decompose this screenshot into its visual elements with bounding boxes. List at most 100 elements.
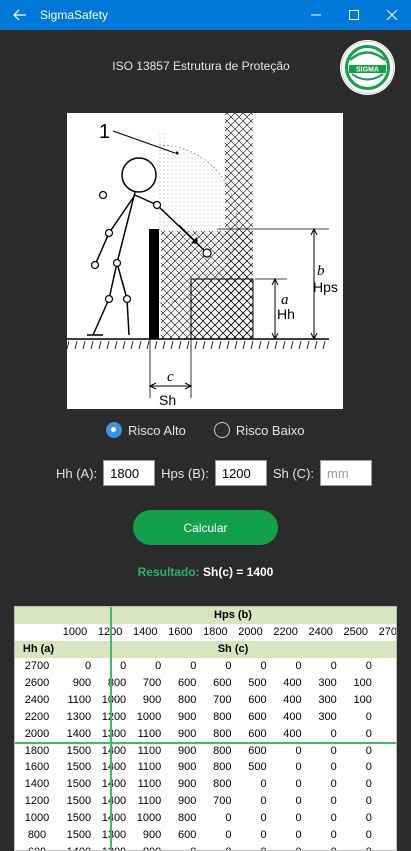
table-cell: 1100: [137, 795, 162, 808]
row-header: 1400: [24, 778, 50, 791]
label-1: 1: [99, 121, 110, 143]
column-header: 2400: [308, 626, 333, 639]
table-cell: 1300: [94, 843, 129, 850]
table-cell: 400: [283, 710, 302, 723]
table-cell: 900: [178, 710, 197, 723]
table-cell: 1500: [66, 795, 92, 808]
sh-input[interactable]: mm: [320, 460, 373, 486]
protection-structure-diagram: 1 b Hps a Hh c Sh: [66, 113, 343, 409]
hps-input[interactable]: 1200: [214, 460, 267, 486]
table-cell: 600: [178, 829, 197, 842]
table-cell: 400: [283, 727, 302, 740]
iso-table[interactable]: Hps (b) 10001200140016001800200022002400…: [14, 606, 397, 851]
table-cell: 0: [365, 778, 372, 791]
table-cell: 600: [248, 744, 267, 757]
column-header: 1800: [203, 626, 228, 639]
hh-label: Hh (A):: [56, 465, 98, 481]
radio-risco-alto[interactable]: Risco Alto: [106, 422, 186, 438]
table-cell: 700: [142, 677, 162, 689]
table-cell: 0: [295, 761, 302, 774]
table-row: 2200 1300 1200 1000 900 800 600 400 300 00: [15, 708, 396, 725]
table-cell: 0: [260, 795, 267, 808]
table-cell: 1400: [66, 727, 92, 740]
table-cell: 1500: [66, 778, 92, 791]
column-header: 2000: [238, 626, 263, 639]
table-cell: 0: [225, 829, 232, 842]
table-cell: 0: [330, 660, 337, 673]
table-cell: 1100: [137, 761, 162, 774]
table-cell: 1100: [137, 727, 162, 740]
label-c: c: [167, 369, 174, 385]
row-header: 1600: [24, 761, 50, 774]
table-cell: 800: [213, 744, 232, 757]
table-cell: 1400: [101, 744, 127, 757]
table-cell: 0: [330, 812, 337, 825]
table-cell: 0: [375, 691, 396, 708]
table-cell: 0: [305, 843, 340, 850]
maximize-icon[interactable]: [335, 0, 373, 30]
result-value: Sh(c) = 1400: [202, 565, 274, 579]
table-cell: 1100: [137, 778, 162, 791]
radio-label: Risco Alto: [128, 422, 186, 438]
result-line: Resultado: Sh(c) = 1400: [0, 565, 411, 579]
table-cell: 0: [155, 660, 162, 673]
table-cell: 1400: [101, 778, 127, 791]
table-cell: 400: [283, 677, 302, 689]
table-cell: 0: [375, 843, 396, 850]
row-header: 2200: [24, 710, 50, 723]
table-row: 2400 1100 1000 900 800 700 600 400 300 1000: [15, 691, 396, 708]
table-cell: 900: [178, 727, 197, 740]
hh-input[interactable]: 1800: [103, 460, 156, 486]
table-cell: 600: [178, 677, 197, 689]
table-cell: 0: [365, 761, 372, 774]
calculate-button[interactable]: Calcular: [133, 510, 278, 545]
row-header: 2000: [24, 727, 50, 740]
iso-table-grid: Hps (b) 10001200140016001800200022002400…: [15, 607, 396, 850]
table-cell: 900: [178, 778, 197, 791]
table-cell: 800: [213, 727, 232, 740]
table-cell: 700: [213, 795, 232, 808]
table-cell: 0: [260, 829, 267, 842]
table-cell: 0: [365, 795, 372, 808]
table-cell: 0: [375, 742, 396, 759]
row-header: 800: [27, 829, 47, 842]
table-row: 120015001400110090070000000: [15, 793, 396, 810]
row-highlight-line: [15, 742, 396, 744]
table-cell: 0: [375, 708, 396, 725]
table-cell: 900: [142, 693, 162, 706]
table-cell: 500: [248, 677, 267, 689]
row-header: 2700: [24, 660, 50, 673]
row-header: 2600: [24, 677, 50, 689]
table-cell: 300: [318, 677, 337, 689]
minimize-icon[interactable]: [297, 0, 335, 30]
table-cell: 0: [260, 660, 267, 673]
table-row: 18001500140011009008006000000: [15, 742, 396, 759]
table-cell: 800: [213, 761, 232, 774]
table-cell: 0: [330, 829, 337, 842]
table-cell: 0: [330, 795, 337, 808]
table-cell: 900: [178, 744, 197, 757]
table-cell: 1200: [101, 710, 127, 723]
table-header-sh: Hh (a) Sh (c): [15, 640, 396, 658]
sh-label: Sh (C):: [272, 465, 315, 481]
column-header: 1000: [62, 626, 88, 639]
table-cell: 900: [178, 795, 197, 808]
table-cell: 0: [365, 744, 372, 757]
table-row: 1000150014001000800000000: [15, 810, 396, 827]
table-cell: 0: [365, 710, 372, 723]
table-cell: 1000: [101, 693, 127, 706]
table-cell: 1500: [66, 761, 92, 774]
table-cell: 0: [295, 778, 302, 791]
label-sh: Sh: [159, 392, 176, 408]
radio-risco-baixo[interactable]: Risco Baixo: [213, 422, 304, 438]
back-arrow-icon[interactable]: [0, 0, 40, 30]
close-icon[interactable]: [373, 0, 411, 30]
row-header: 1000: [24, 812, 50, 825]
table-cell: 0: [375, 725, 396, 742]
table-row: 16001500140011009008005000000: [15, 759, 396, 776]
label-b: b: [317, 263, 325, 279]
column-header: 2500: [343, 626, 369, 639]
table-cell: 1000: [136, 812, 162, 825]
table-cell: 0: [190, 660, 197, 673]
table-cell: 1100: [67, 693, 92, 706]
